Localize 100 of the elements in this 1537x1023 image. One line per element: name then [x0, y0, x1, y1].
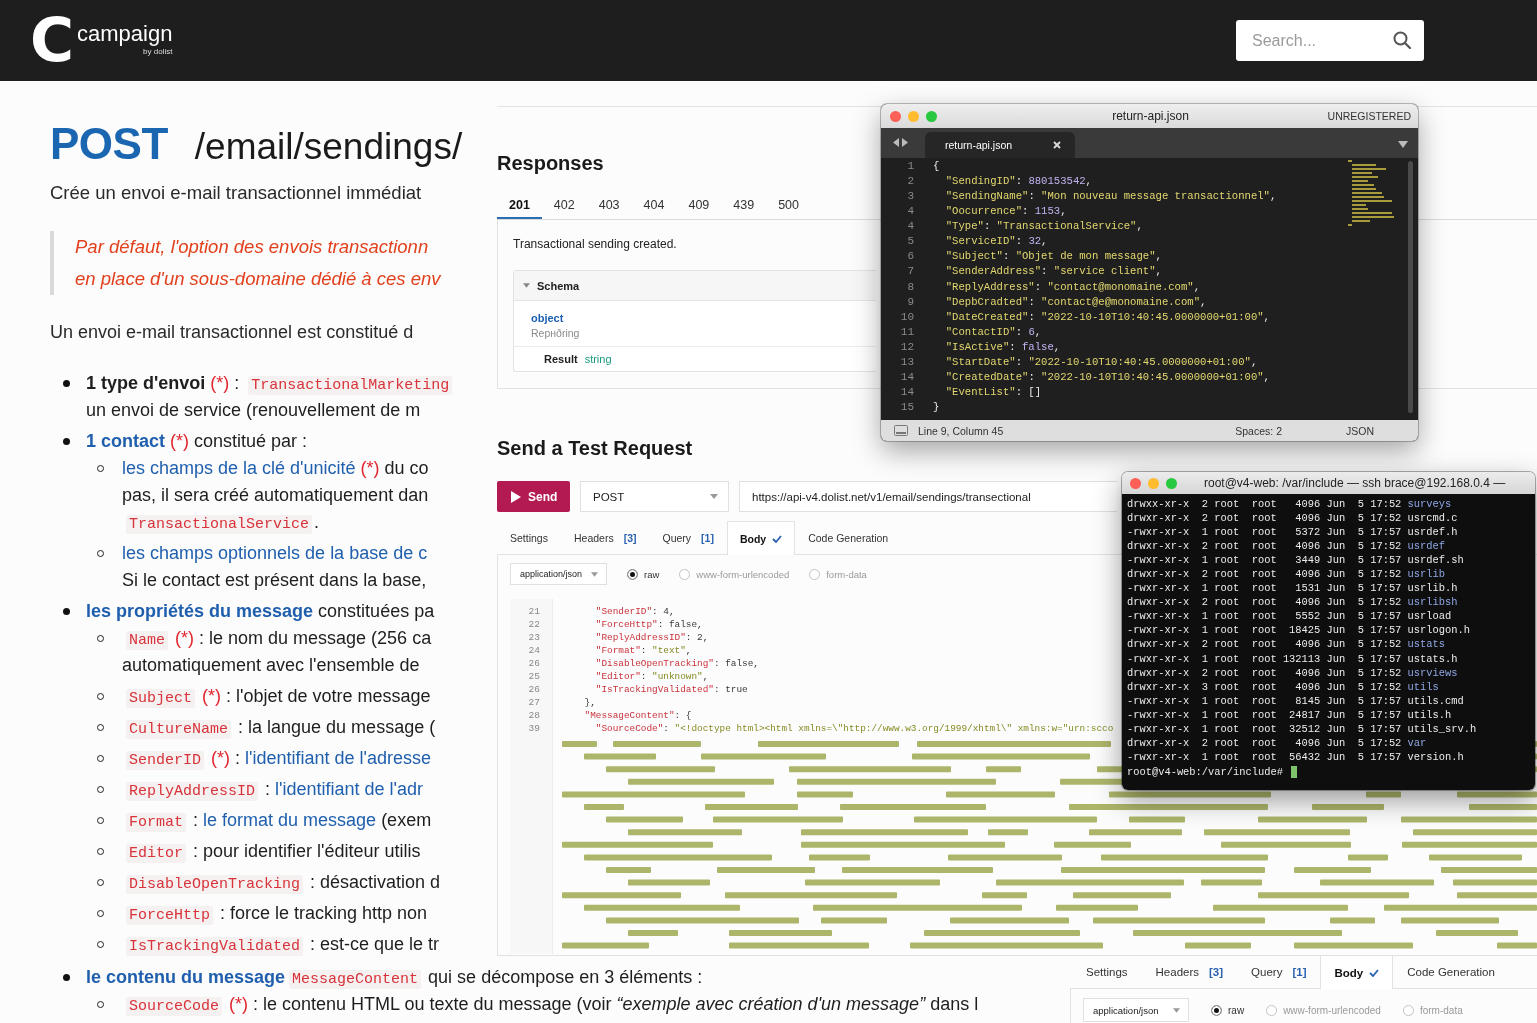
terminal-line: -rwxr-xr-x 1 root root 56432 Jun 5 17:57 version.h [1127, 749, 1464, 764]
section-heading: Send a Test Request [497, 436, 693, 460]
terminal-line: drwxr-xr-x 2 root root 4096 Jun 5 17:52 usrcmd.c [1127, 511, 1458, 526]
caret-left-icon[interactable] [893, 138, 899, 147]
request-tab[interactable]: Headers [3] [560, 521, 650, 554]
panel-icon[interactable] [894, 425, 908, 436]
line-number: 39 [528, 722, 540, 735]
code-line: } [933, 401, 940, 413]
terminal-line: drwxx-xr-x 2 root root 4096 Jun 5 17:52 surveys [1127, 497, 1452, 512]
list-item-text: DisableOpenTracking : désactivation d [122, 869, 441, 896]
code-line: "Oocurrence": 1153, [945, 205, 1067, 218]
list-item-text: IsTrackingValidated : est-ce que le tr [122, 931, 440, 958]
code-line: "IsTrackingValidated": true [595, 684, 748, 695]
code-line: "StartDate": "2022-10-10T10:40:45.0000000+01:00", [945, 355, 1258, 368]
doc-link[interactable]: les champs optionnels de la base de c [122, 543, 428, 563]
body-mode-radio[interactable]: raw [627, 568, 660, 580]
inline-code: SenderID [126, 751, 204, 770]
doc-link[interactable]: les champs de la clé d'unicité [122, 458, 356, 478]
logo-mark: C [30, 9, 75, 70]
window-maximize-icon[interactable] [1166, 477, 1177, 489]
window-close-icon[interactable] [1130, 477, 1141, 489]
request-tab[interactable]: Query [1] [1237, 955, 1321, 988]
window-maximize-icon[interactable] [926, 110, 937, 122]
line-number: 3 [907, 189, 914, 205]
response-tab[interactable]: 402 [541, 189, 587, 219]
list-item-text: ReplyAddressID : l'identifiant de l'adr [122, 776, 423, 803]
caret-down-icon[interactable] [1398, 141, 1408, 148]
inline-code: Format [126, 813, 186, 832]
code-line: "Subject": "Objet de mon message", [945, 250, 1162, 263]
code-line: "SourceCode": "<!doctype html><html xmlns=\"http://www.w3.org/1999/xhtml\" xmlns:w="urn:scco [595, 723, 1114, 734]
line-number: 4 [907, 219, 914, 235]
scrollbar[interactable] [1408, 161, 1413, 413]
response-tab[interactable]: 409 [676, 189, 722, 219]
code-line: "CreatedDate": "2022-10-10T10:40:45.0000000+01:00", [945, 370, 1270, 383]
close-icon[interactable] [1053, 141, 1061, 149]
terminal-line: -rwxr-xr-x 1 root root 132113 Jun 5 17:57 ustats.h [1127, 651, 1458, 666]
doc-link[interactable]: 1 contact [86, 431, 166, 451]
line-number: 14 [900, 369, 914, 385]
content-type-select[interactable]: application/json [510, 563, 607, 585]
search-icon[interactable] [1393, 31, 1411, 49]
response-tab[interactable]: 403 [586, 189, 632, 219]
bullet-icon [63, 380, 70, 387]
caret-down-icon [1173, 1007, 1180, 1013]
doc-link[interactable]: les propriétés du message [86, 601, 314, 621]
terminal-line: -rwxr-xr-x 1 root root 1531 Jun 5 17:57 usrlib.h [1127, 581, 1458, 596]
inline-code: TransactionalService [126, 515, 313, 534]
caret-right-icon[interactable] [902, 138, 908, 147]
content-type-select[interactable]: application/json [1083, 998, 1189, 1022]
window-close-icon[interactable] [890, 110, 901, 122]
doc-link[interactable]: le format du message [203, 810, 377, 830]
doc-link[interactable]: l'identifiant de l'adresse [245, 748, 432, 768]
schema-toggle[interactable]: Schema [514, 271, 876, 301]
terminal-line: drwxr-xr-x 2 root root 4096 Jun 5 17:52 usrviews [1127, 665, 1458, 680]
line-number: 26 [528, 683, 540, 696]
window-title: root@v4-web: /var/include — ssh brace@192.168.0.4 — [1204, 476, 1506, 490]
syntax-mode[interactable]: JSON [1346, 424, 1374, 437]
request-tab[interactable]: Settings [497, 521, 561, 554]
list-item-text: Format : le format du message (exem [122, 807, 432, 834]
indentation-setting[interactable]: Spaces: 2 [1235, 424, 1282, 437]
license-label: UNREGISTERED [1327, 110, 1411, 122]
request-tab[interactable]: Query [1] [649, 521, 727, 554]
search-field[interactable]: Search... [1236, 20, 1424, 61]
request-tab[interactable]: Body [726, 521, 796, 555]
response-tab[interactable]: 439 [721, 189, 767, 219]
file-tab[interactable]: return-api.json [925, 132, 1075, 158]
body-mode-radio[interactable]: raw [1211, 1004, 1245, 1016]
doc-link[interactable]: l'identifiant de l'adr [275, 779, 423, 799]
list-item-text: CultureName : la langue du message ( [122, 714, 436, 741]
code-line: "SenderID": 4, [595, 606, 675, 617]
line-number: 10 [900, 309, 914, 325]
inline-code: CultureName [126, 720, 232, 739]
shell-prompt: root@v4-web:/var/include# [1127, 764, 1283, 779]
endpoint-summary: Crée un envoi e-mail transactionnel immédiat [50, 181, 422, 205]
bullet-icon [63, 608, 70, 615]
line-number: 22 [528, 618, 540, 631]
doc-link[interactable]: le contenu du message [86, 967, 286, 987]
terminal-line: -rwxr-xr-x 1 root root 5372 Jun 5 17:57 usrdef.h [1127, 525, 1458, 540]
request-tab[interactable]: Code Generation [795, 521, 902, 554]
response-tab[interactable]: 404 [631, 189, 677, 219]
line-number: 14 [900, 384, 914, 400]
response-tab[interactable]: 201 [497, 189, 542, 219]
code-line: { [933, 160, 940, 172]
response-tab[interactable]: 500 [766, 189, 811, 219]
line-number: 23 [528, 631, 540, 644]
request-tab[interactable]: Code Generation [1393, 955, 1509, 988]
request-tab[interactable]: Body [1320, 955, 1394, 989]
method-select[interactable]: POST [580, 481, 729, 512]
inline-code: SourceCode [126, 997, 222, 1016]
url-field[interactable]: https://api-v4.dolist.net/v1/email/sendings/transectional [739, 481, 1117, 512]
note-text: Par défaut, l'option des envois transactionn en place d'un sous-domaine dédié à ces env [75, 235, 441, 291]
send-button[interactable]: Send [497, 481, 570, 512]
list-item-text: les champs de la clé d'unicité (*) du co pas, il sera créé automatiquement dan TransactionalService . [122, 457, 429, 536]
caret-down-icon [523, 283, 530, 288]
request-tab[interactable]: Settings [1072, 955, 1142, 988]
field-name: Result [544, 353, 578, 365]
line-number: 28 [528, 709, 540, 722]
request-tab[interactable]: Headers [3] [1141, 955, 1238, 988]
inline-code: ReplyAddressID [126, 782, 259, 801]
window-minimize-icon[interactable] [908, 110, 919, 122]
window-minimize-icon[interactable] [1148, 477, 1159, 489]
